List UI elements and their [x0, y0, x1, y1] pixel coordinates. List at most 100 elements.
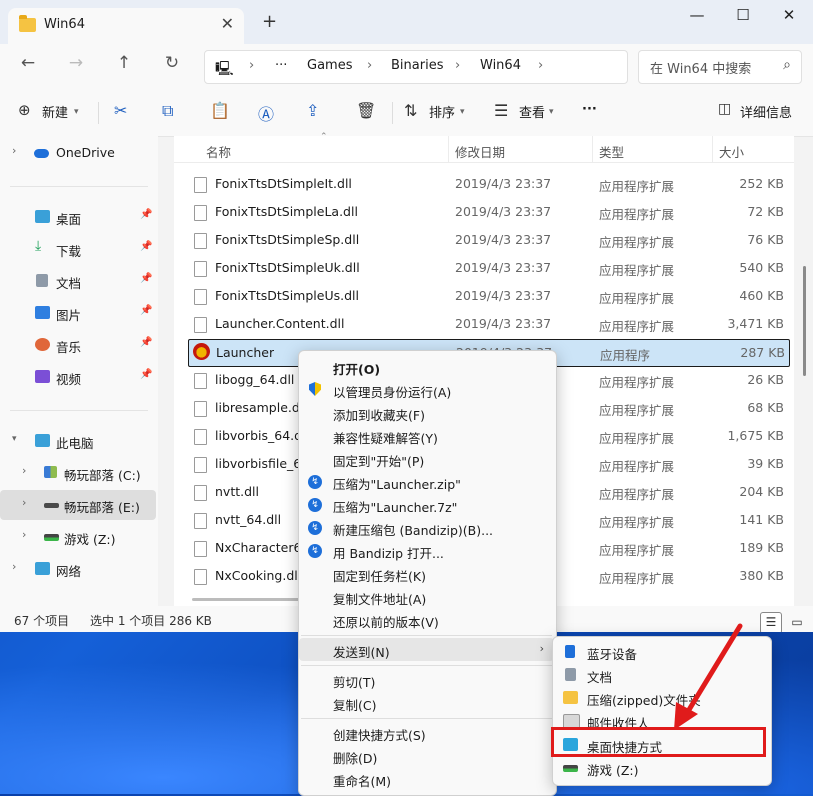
nav-onedrive[interactable]: › OneDrive — [0, 138, 156, 168]
column-type[interactable]: 类型 — [599, 142, 624, 161]
menu-zip[interactable]: ↯ 压缩为"Launcher.zip" — [299, 470, 554, 493]
share-icon[interactable]: ⇪ — [306, 101, 319, 120]
details-view-icon[interactable]: ☰ — [760, 612, 782, 632]
chevron-down-icon[interactable]: ▾ — [12, 434, 17, 444]
nav-drive-e[interactable]: › 畅玩部落 (E:) — [0, 490, 156, 520]
new-tab-button[interactable]: + — [262, 11, 277, 32]
nav-music[interactable]: 音乐 📌 — [0, 330, 156, 360]
chevron-right-icon[interactable]: › — [22, 496, 26, 509]
nav-downloads[interactable]: ⤓ 下载 📌 — [0, 234, 156, 264]
video-icon — [35, 370, 50, 383]
copy-icon[interactable]: ⧉ — [162, 101, 173, 121]
maximize-button[interactable]: ☐ — [720, 6, 766, 24]
send-bluetooth[interactable]: 蓝牙设备 — [553, 640, 769, 663]
menu-pin-taskbar[interactable]: 固定到任务栏(K) — [299, 562, 554, 585]
send-zip-folder[interactable]: 压缩(zipped)文件夹 — [553, 686, 769, 709]
details-button[interactable]: 详细信息 — [740, 102, 792, 121]
file-row[interactable]: FonixTtsDtSimpleLa.dll 2019/4/3 23:37 应用… — [188, 199, 788, 225]
close-window-button[interactable]: ✕ — [766, 6, 812, 24]
menu-troubleshoot[interactable]: 兼容性疑难解答(Y) — [299, 424, 554, 447]
sort-button[interactable]: 排序 — [429, 102, 455, 121]
new-button[interactable]: 新建 — [42, 102, 68, 121]
menu-delete[interactable]: 删除(D) — [299, 744, 554, 767]
menu-open-bandizip[interactable]: ↯ 用 Bandizip 打开... — [299, 539, 554, 562]
nav-videos[interactable]: 视频 📌 — [0, 362, 156, 392]
menu-label: 压缩为"Launcher.7z" — [333, 500, 458, 515]
menu-add-favorites[interactable]: 添加到收藏夹(F) — [299, 401, 554, 424]
vertical-scrollbar[interactable] — [800, 140, 808, 600]
nav-pictures[interactable]: 图片 📌 — [0, 298, 156, 328]
pin-icon[interactable]: 📌 — [140, 305, 152, 316]
chevron-right-icon[interactable]: › — [12, 144, 16, 157]
breadcrumb-more[interactable]: ··· — [275, 58, 287, 73]
file-row[interactable]: Launcher.Content.dll 2019/4/3 23:37 应用程序… — [188, 311, 788, 337]
back-arrow-icon[interactable]: ← — [14, 53, 42, 73]
nav-network[interactable]: › 网络 — [0, 554, 156, 584]
chevron-right-icon[interactable]: › — [12, 560, 16, 573]
column-name[interactable]: 名称 — [206, 142, 231, 161]
forward-arrow-icon[interactable]: → — [62, 53, 90, 73]
search-box[interactable]: 在 Win64 中搜索 ⌕ — [638, 50, 802, 84]
more-options-button[interactable]: ··· — [582, 102, 597, 117]
minimize-button[interactable]: — — [674, 6, 720, 24]
file-row[interactable]: FonixTtsDtSimpleIt.dll 2019/4/3 23:37 应用… — [188, 171, 788, 197]
menu-cut[interactable]: 剪切(T) — [299, 668, 554, 691]
menu-create-shortcut[interactable]: 创建快捷方式(S) — [299, 721, 554, 744]
menu-restore-versions[interactable]: 还原以前的版本(V) — [299, 608, 554, 631]
send-drive-z[interactable]: 游戏 (Z:) — [553, 756, 769, 779]
refresh-icon[interactable]: ↻ — [158, 53, 186, 73]
column-date[interactable]: 修改日期 — [455, 142, 505, 161]
rename-icon[interactable]: Ⓐ — [258, 101, 274, 125]
pin-icon[interactable]: 📌 — [140, 209, 152, 220]
view-button[interactable]: 查看 — [519, 102, 545, 121]
menu-rename[interactable]: 重命名(M) — [299, 767, 554, 790]
menu-send-to[interactable]: 发送到(N) › — [299, 638, 554, 661]
column-divider[interactable] — [448, 136, 449, 162]
file-name: libresample.dll — [215, 400, 300, 415]
breadcrumb-win64[interactable]: Win64 — [480, 58, 521, 73]
nav-documents[interactable]: 文档 📌 — [0, 266, 156, 296]
nav-desktop[interactable]: 桌面 📌 — [0, 202, 156, 232]
chevron-down-icon: ▾ — [74, 107, 79, 117]
menu-copy[interactable]: 复制(C) — [299, 691, 554, 714]
column-size[interactable]: 大小 — [719, 142, 744, 161]
file-type: 应用程序扩展 — [599, 291, 675, 306]
menu-run-as-admin[interactable]: 以管理员身份运行(A) — [299, 378, 554, 401]
delete-icon[interactable]: 🗑 — [356, 101, 376, 120]
scrollbar-thumb[interactable] — [803, 266, 806, 376]
bandizip-icon: ↯ — [308, 521, 322, 535]
nav-drive-c[interactable]: › 畅玩部落 (C:) — [0, 458, 156, 488]
send-documents[interactable]: 文档 — [553, 663, 769, 686]
column-divider[interactable] — [592, 136, 593, 162]
menu-open[interactable]: 打开(O) — [299, 355, 554, 378]
file-name: NxCooking.dll — [215, 568, 300, 583]
address-bar[interactable]: 🖳 › ··· Games › Binaries › Win64 › — [204, 50, 628, 84]
file-row[interactable]: FonixTtsDtSimpleSp.dll 2019/4/3 23:37 应用… — [188, 227, 788, 253]
menu-copy-path[interactable]: 复制文件地址(A) — [299, 585, 554, 608]
cut-icon[interactable]: ✂ — [114, 101, 127, 120]
nav-drive-z[interactable]: › 游戏 (Z:) — [0, 522, 156, 552]
breadcrumb-binaries[interactable]: Binaries — [391, 58, 443, 73]
column-divider[interactable] — [712, 136, 713, 162]
close-tab-icon[interactable]: ✕ — [221, 14, 234, 33]
pin-icon[interactable]: 📌 — [140, 369, 152, 380]
menu-pin-start[interactable]: 固定到"开始"(P) — [299, 447, 554, 470]
menu-7z[interactable]: ↯ 压缩为"Launcher.7z" — [299, 493, 554, 516]
pin-icon[interactable]: 📌 — [140, 241, 152, 252]
chevron-right-icon[interactable]: › — [22, 528, 26, 541]
search-input[interactable]: 在 Win64 中搜索 — [650, 58, 751, 77]
file-name: FonixTtsDtSimpleUs.dll — [215, 288, 359, 303]
paste-icon[interactable]: 📋 — [210, 101, 230, 120]
pin-icon[interactable]: 📌 — [140, 273, 152, 284]
pin-icon[interactable]: 📌 — [140, 337, 152, 348]
file-row[interactable]: FonixTtsDtSimpleUk.dll 2019/4/3 23:37 应用… — [188, 255, 788, 281]
chevron-right-icon[interactable]: › — [22, 464, 26, 477]
nav-this-pc[interactable]: ▾ 此电脑 — [0, 426, 156, 456]
tiles-view-icon[interactable]: ▭ — [786, 612, 808, 632]
up-arrow-icon[interactable]: ↑ — [110, 53, 138, 73]
dll-file-icon — [194, 317, 207, 333]
breadcrumb-games[interactable]: Games — [307, 58, 352, 73]
file-row[interactable]: FonixTtsDtSimpleUs.dll 2019/4/3 23:37 应用… — [188, 283, 788, 309]
tab-win64[interactable]: Win64 ✕ — [8, 8, 244, 44]
menu-new-archive[interactable]: ↯ 新建压缩包 (Bandizip)(B)... — [299, 516, 554, 539]
